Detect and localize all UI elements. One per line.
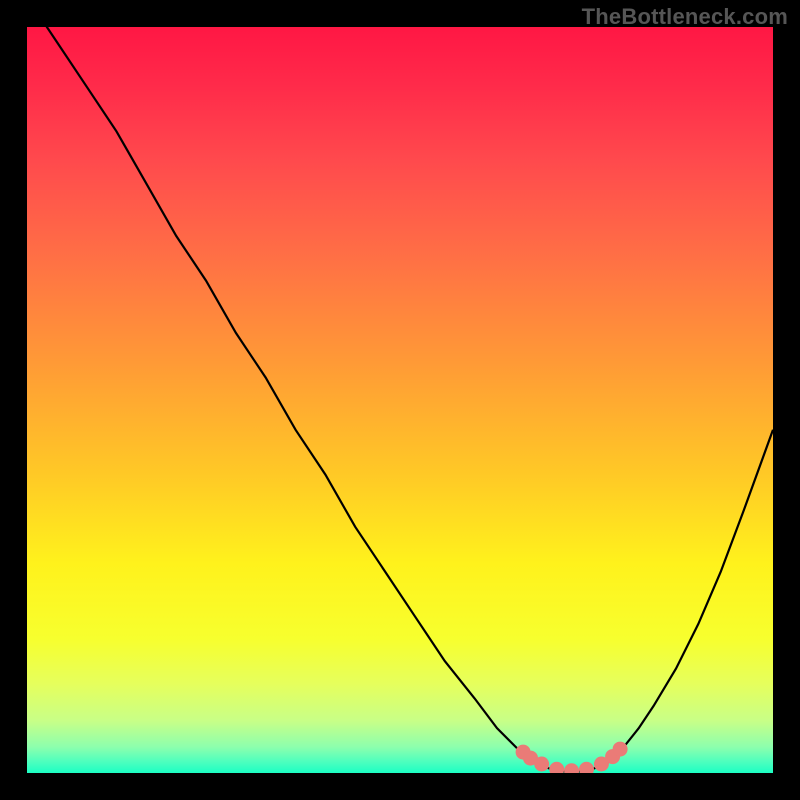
optimal-marker (613, 742, 628, 757)
optimal-marker (534, 757, 549, 772)
optimal-marker (579, 762, 594, 777)
bottleneck-chart (0, 0, 800, 800)
optimal-marker (549, 762, 564, 777)
chart-frame: TheBottleneck.com (0, 0, 800, 800)
gradient-background (27, 27, 773, 773)
optimal-marker (564, 763, 579, 778)
